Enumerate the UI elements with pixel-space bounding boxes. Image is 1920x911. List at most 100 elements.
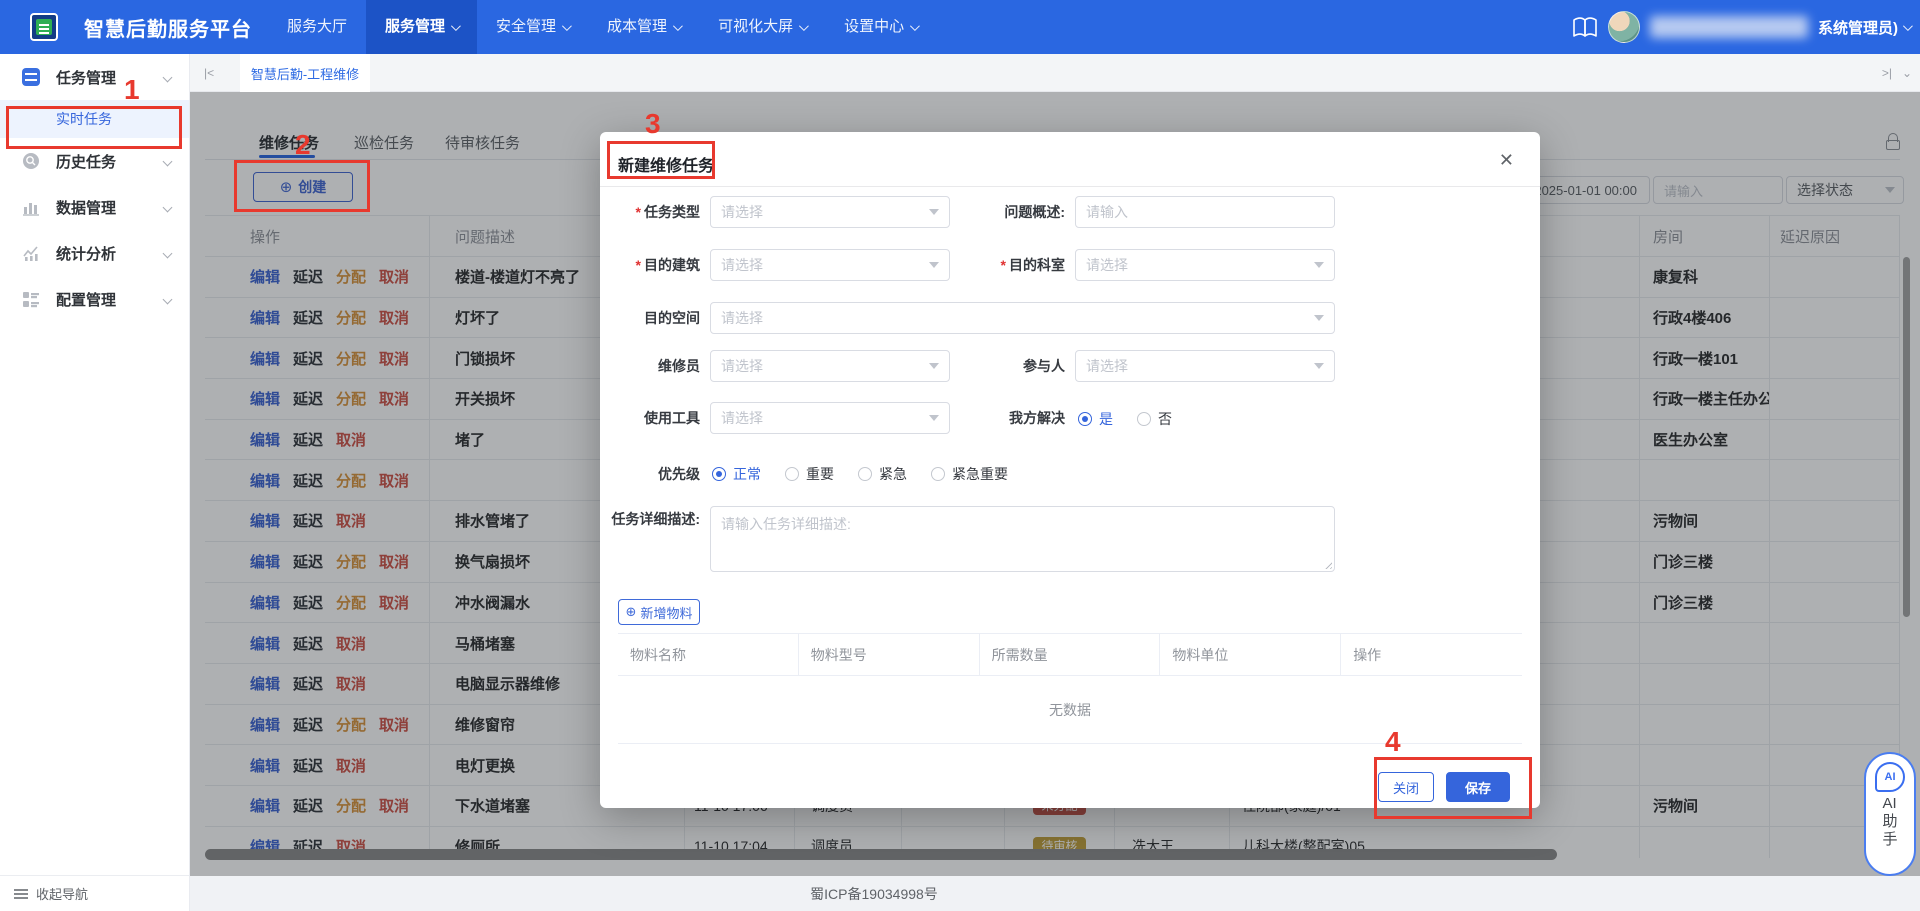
icp-record-text: 蜀ICP备19034998号 xyxy=(810,885,938,902)
priority-label: 优先级 xyxy=(658,466,700,482)
app-title: 智慧后勤服务平台 xyxy=(84,19,252,41)
chevron-down-icon xyxy=(673,20,683,31)
annotation-number-3: 3 xyxy=(645,108,661,139)
app-logo-icon xyxy=(30,13,58,41)
nav-item-2[interactable]: 安全管理 xyxy=(477,0,588,54)
add-material-label: 新增物料 xyxy=(640,605,693,621)
nav-item-label: 设置中心 xyxy=(844,18,905,35)
tool-select[interactable]: 请选择 xyxy=(710,402,950,434)
select-caret-icon xyxy=(1314,363,1324,369)
radio-icon xyxy=(931,467,945,481)
new-repair-task-dialog: 新建维修任务 ✕ * 任务类型 请选择 问题概述: 请输入 * 目的建筑 请选择 *… xyxy=(600,132,1540,808)
tasks-icon xyxy=(22,68,40,86)
task-detail-textarea[interactable]: 请输入任务详细描述: xyxy=(710,506,1335,572)
priority-radio-option-label: 紧急重要 xyxy=(952,466,1008,482)
select-caret-icon xyxy=(1314,262,1324,268)
manual-book-icon[interactable] xyxy=(1572,16,1598,38)
target-space-select[interactable]: 请选择 xyxy=(710,302,1335,334)
material-column-header: 所需数量 xyxy=(980,634,1161,675)
self-solve-radio-option[interactable]: 是 xyxy=(1078,409,1113,429)
sidebar-item-label: 任务管理 xyxy=(56,69,117,87)
tabbar-more-icon[interactable]: ⌄ xyxy=(1902,66,1912,80)
annotation-number-4: 4 xyxy=(1385,726,1401,757)
annotation-box-1 xyxy=(6,106,182,149)
ai-assistant-label: 助 xyxy=(1882,813,1898,830)
stats-icon xyxy=(23,246,38,261)
priority-radio-option-label: 重要 xyxy=(806,466,834,482)
radio-icon xyxy=(1078,412,1092,426)
tool-label: 使用工具 xyxy=(644,410,700,426)
nav-item-0[interactable]: 服务大厅 xyxy=(268,0,366,54)
select-caret-icon xyxy=(929,262,939,268)
sidebar-item-2[interactable]: 数据管理 xyxy=(0,184,189,230)
page-footer: 蜀ICP备19034998号 xyxy=(190,876,1920,911)
select-caret-icon xyxy=(929,363,939,369)
task-detail-label: 任务详细描述: xyxy=(611,511,700,527)
navbar-right-area: 系统管理员) xyxy=(1572,0,1913,54)
sidebar-item-0[interactable]: 任务管理 xyxy=(0,54,189,100)
user-avatar[interactable] xyxy=(1608,11,1640,43)
collapse-nav-button[interactable]: 收起导航 xyxy=(0,875,189,911)
tabbar-scroll-right-icon[interactable]: >| xyxy=(1882,66,1892,80)
select-caret-icon xyxy=(929,415,939,421)
nav-item-3[interactable]: 成本管理 xyxy=(588,0,699,54)
problem-summary-input[interactable]: 请输入 xyxy=(1075,196,1335,228)
user-role-dropdown[interactable]: 系统管理员) xyxy=(1818,17,1913,38)
priority-radio-option[interactable]: 正常 xyxy=(712,464,761,484)
self-solve-radio-group: 是否 xyxy=(1078,409,1172,429)
select-caret-icon xyxy=(1314,315,1324,321)
sidebar-item-label: 历史任务 xyxy=(56,153,117,171)
priority-radio-option[interactable]: 紧急 xyxy=(858,464,907,484)
chevron-down-icon xyxy=(450,20,461,31)
ai-assistant-button[interactable]: AI AI 助手 xyxy=(1864,752,1916,876)
nav-item-label: 可视化大屏 xyxy=(718,18,794,35)
material-column-header: 物料单位 xyxy=(1160,634,1342,675)
chevron-down-icon xyxy=(162,294,173,304)
annotation-box-2 xyxy=(234,160,370,212)
annotation-number-2: 2 xyxy=(295,129,311,160)
self-solve-radio-option-label: 否 xyxy=(1158,411,1172,427)
sidebar-item-3[interactable]: 统计分析 xyxy=(0,230,189,276)
nav-item-1[interactable]: 服务管理 xyxy=(366,0,478,54)
self-solve-radio-option[interactable]: 否 xyxy=(1137,409,1172,429)
chevron-down-icon xyxy=(799,20,809,31)
target-building-label: * 目的建筑 xyxy=(635,257,700,273)
open-page-tab[interactable]: 智慧后勤-工程维修 xyxy=(240,54,370,92)
top-nav-menu: 服务大厅 服务管理 安全管理 成本管理 可视化大屏 设置中心 xyxy=(268,0,936,54)
annotation-box-4 xyxy=(1374,757,1532,819)
nav-item-label: 服务大厅 xyxy=(287,18,348,35)
task-type-select[interactable]: 请选择 xyxy=(710,196,950,228)
priority-radio-option[interactable]: 重要 xyxy=(785,464,834,484)
radio-icon xyxy=(1137,412,1151,426)
participant-label: 参与人 xyxy=(1023,358,1065,374)
self-solve-radio-option-label: 是 xyxy=(1099,411,1113,427)
radio-icon xyxy=(712,467,726,481)
target-building-select[interactable]: 请选择 xyxy=(710,249,950,281)
chevron-down-icon xyxy=(562,20,572,31)
repair-worker-select[interactable]: 请选择 xyxy=(710,350,950,382)
chevron-down-icon xyxy=(162,202,173,212)
user-role-label: 系统管理员) xyxy=(1818,19,1898,37)
annotation-box-3 xyxy=(607,141,715,179)
resize-handle[interactable] xyxy=(1323,560,1332,569)
ai-assistant-label: 手 xyxy=(1882,831,1898,848)
target-department-select[interactable]: 请选择 xyxy=(1075,249,1335,281)
tabbar-collapse-icon[interactable]: |< xyxy=(204,54,214,92)
chevron-down-icon xyxy=(162,156,173,166)
nav-item-4[interactable]: 可视化大屏 xyxy=(699,0,825,54)
sidebar-item-label: 数据管理 xyxy=(56,199,117,217)
close-icon[interactable]: ✕ xyxy=(1499,150,1514,171)
sidebar-item-label: 配置管理 xyxy=(56,291,117,309)
username-redacted xyxy=(1650,16,1808,38)
sidebar-item-label: 统计分析 xyxy=(56,245,117,263)
priority-radio-group: 正常 重要 紧急 紧急重要 xyxy=(712,464,1008,484)
self-solve-label: 我方解决 xyxy=(1009,410,1065,426)
nav-item-5[interactable]: 设置中心 xyxy=(825,0,936,54)
target-space-label: 目的空间 xyxy=(644,310,700,326)
participant-select[interactable]: 请选择 xyxy=(1075,350,1335,382)
add-material-button[interactable]: ⊕ 新增物料 xyxy=(618,599,700,625)
nav-item-label: 服务管理 xyxy=(385,18,446,35)
collapse-nav-label: 收起导航 xyxy=(36,887,89,902)
sidebar-item-4[interactable]: 配置管理 xyxy=(0,276,189,322)
priority-radio-option[interactable]: 紧急重要 xyxy=(931,464,1008,484)
